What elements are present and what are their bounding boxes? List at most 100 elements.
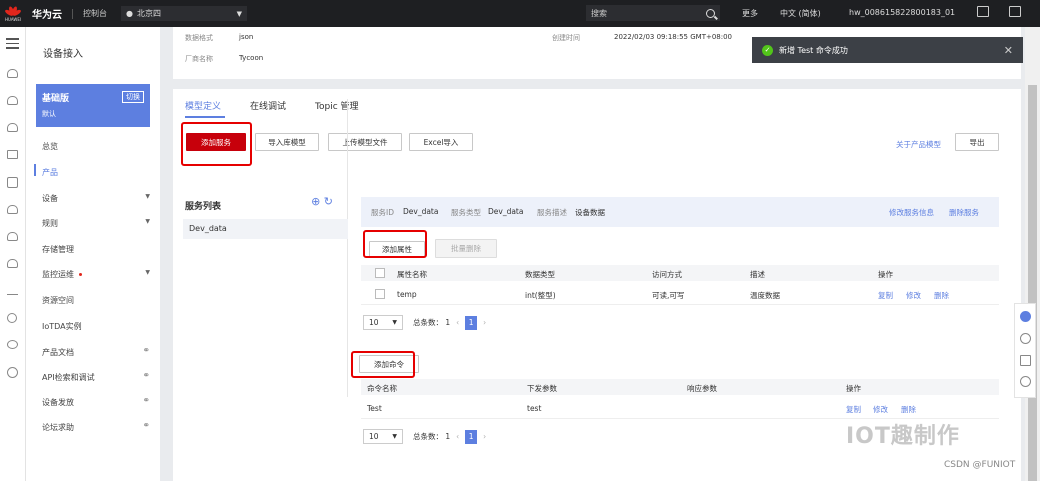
sidebar-item-provisioning[interactable]: 设备发放 ⚭ xyxy=(42,396,152,408)
assistant-icon[interactable] xyxy=(1020,311,1031,322)
service-list-item[interactable]: Dev_data xyxy=(183,219,348,239)
property-desc: 温度数据 xyxy=(750,291,780,300)
total-count: 总条数： 1 xyxy=(413,432,451,441)
cloud-icon[interactable] xyxy=(7,205,18,214)
cloud-icon[interactable] xyxy=(7,96,18,105)
huawei-logo[interactable]: HUAWEI xyxy=(0,0,26,27)
sidebar-item-label: 规则 xyxy=(42,219,58,228)
close-icon[interactable]: ✕ xyxy=(1004,44,1013,57)
page-size-select[interactable]: 10 ▼ xyxy=(363,315,403,330)
cloud-icon[interactable] xyxy=(7,69,18,78)
sidebar-item-docs[interactable]: 产品文档 ⚭ xyxy=(42,346,152,358)
delete-link[interactable]: 删除 xyxy=(901,404,916,415)
globe-icon[interactable] xyxy=(7,367,18,378)
export-button[interactable]: 导出 xyxy=(955,133,999,151)
service-type-label: 服务类型 xyxy=(451,208,481,217)
external-link-icon: ⚭ xyxy=(142,346,150,356)
cloud-icon[interactable] xyxy=(7,232,18,241)
sidebar-item-label: 总览 xyxy=(42,142,58,151)
edit-note-icon[interactable] xyxy=(1020,355,1031,366)
caret-down-icon: ▼ xyxy=(145,193,150,200)
row-checkbox[interactable] xyxy=(375,289,385,299)
search-input[interactable]: 搜索 xyxy=(586,5,720,21)
account-menu[interactable]: hw_008615822800183_01 xyxy=(849,8,955,17)
add-refresh-icon[interactable]: ⊕ ↻ xyxy=(311,195,333,208)
copy-link[interactable]: 复制 xyxy=(878,290,893,301)
table-header: 命令名称 下发参数 响应参数 操作 xyxy=(361,379,999,395)
excel-import-button[interactable]: Excel导入 xyxy=(409,133,473,151)
feedback-icon[interactable] xyxy=(1020,376,1031,387)
mail-icon[interactable] xyxy=(1009,6,1021,17)
cloud-icon[interactable] xyxy=(7,123,18,132)
sidebar-item-monitoring[interactable]: 监控运维 ▼ xyxy=(42,269,152,280)
property-type: int(整型) xyxy=(525,291,556,300)
next-page-icon[interactable]: › xyxy=(483,318,486,327)
plan-card[interactable]: 基础版 默认 切换 xyxy=(36,84,150,127)
plan-switch-button[interactable]: 切换 xyxy=(122,91,144,103)
more-menu[interactable]: 更多 xyxy=(742,8,758,19)
manufacturer-value: Tycoon xyxy=(239,54,264,62)
sidebar-item-rules[interactable]: 规则 ▼ xyxy=(42,218,152,229)
caret-down-icon: ▼ xyxy=(236,9,242,18)
plan-subtitle: 默认 xyxy=(42,110,56,118)
brand-name[interactable]: 华为云 xyxy=(32,6,62,21)
total-count: 总条数： 1 xyxy=(413,318,451,327)
console-link[interactable]: 控制台 xyxy=(83,8,107,19)
menu-icon[interactable] xyxy=(6,38,19,52)
manufacturer-label: 厂商名称 xyxy=(185,55,213,63)
service-info-bar: 服务ID Dev_data 服务类型 Dev_data 服务描述 设备数据 修改… xyxy=(361,197,999,227)
scrollbar-thumb[interactable] xyxy=(1028,85,1037,481)
delete-service-link[interactable]: 删除服务 xyxy=(949,207,979,218)
active-indicator xyxy=(34,164,36,176)
console-icon[interactable] xyxy=(977,6,989,17)
select-all-checkbox[interactable] xyxy=(375,268,385,278)
cloud-icon[interactable] xyxy=(7,259,18,268)
edit-link[interactable]: 修改 xyxy=(873,404,888,415)
service-desc-label: 服务描述 xyxy=(537,208,567,217)
delete-link[interactable]: 删除 xyxy=(934,290,949,301)
sidebar-item-product[interactable]: 产品 xyxy=(42,167,152,178)
search-icon[interactable] xyxy=(706,8,715,18)
help-icon[interactable] xyxy=(1020,333,1031,344)
sidebar-title: 设备接入 xyxy=(43,49,83,60)
region-selector[interactable]: ● 北京四 ▼ xyxy=(121,6,247,21)
sidebar-item-resource-space[interactable]: 资源空间 xyxy=(42,295,152,306)
page-size-select[interactable]: 10 ▼ xyxy=(363,429,403,444)
scrollbar[interactable] xyxy=(1025,27,1040,481)
main-content: 数据格式 json 厂商名称 Tycoon 创建时间 2022/02/03 09… xyxy=(173,27,1021,481)
current-page[interactable]: 1 xyxy=(465,315,478,330)
batch-delete-button[interactable]: 批量删除 xyxy=(435,239,497,258)
divider xyxy=(72,8,73,19)
current-page[interactable]: 1 xyxy=(465,429,478,444)
circle-icon[interactable] xyxy=(7,313,17,323)
edit-service-link[interactable]: 修改服务信息 xyxy=(889,207,934,218)
column-header: 访问方式 xyxy=(652,270,682,279)
logo-petals-icon xyxy=(4,5,22,17)
language-selector[interactable]: 中文 (简体) xyxy=(780,8,821,19)
column-header: 响应参数 xyxy=(687,384,717,393)
prev-page-icon[interactable]: ‹ xyxy=(456,318,459,327)
prev-page-icon[interactable]: ‹ xyxy=(456,432,459,441)
copy-link[interactable]: 复制 xyxy=(846,404,861,415)
command-pagination: 10 ▼ 总条数： 1 ‹ 1 › xyxy=(363,429,492,444)
document-icon[interactable] xyxy=(7,177,18,188)
cluster-icon[interactable] xyxy=(7,340,18,349)
sidebar-item-iotda-instance[interactable]: IoTDA实例 xyxy=(42,321,152,332)
column-header: 操作 xyxy=(878,270,893,279)
sidebar-item-device[interactable]: 设备 ▼ xyxy=(42,193,152,204)
bridge-icon[interactable] xyxy=(7,150,18,159)
property-pagination: 10 ▼ 总条数： 1 ‹ 1 › xyxy=(363,315,492,330)
sidebar-item-overview[interactable]: 总览 xyxy=(42,141,152,152)
sidebar-item-label: 设备发放 xyxy=(42,398,74,407)
sidebar-item-api[interactable]: API检索和调试 ⚭ xyxy=(42,371,152,383)
highlight-box xyxy=(351,351,415,378)
csdn-credit: CSDN @FUNIOT xyxy=(944,460,1016,470)
sidebar-item-label: 存储管理 xyxy=(42,245,74,254)
next-page-icon[interactable]: › xyxy=(483,432,486,441)
about-model-link[interactable]: 关于产品模型 xyxy=(896,139,941,150)
sidebar: 设备接入 基础版 默认 切换 总览 产品 设备 ▼ 规则 ▼ 存储管理 监控运维 ▼ … xyxy=(26,27,160,481)
sidebar-item-forum[interactable]: 论坛求助 ⚭ xyxy=(42,421,152,433)
edit-link[interactable]: 修改 xyxy=(906,290,921,301)
anchor-icon[interactable] xyxy=(7,286,18,295)
sidebar-item-storage[interactable]: 存储管理 xyxy=(42,244,152,255)
